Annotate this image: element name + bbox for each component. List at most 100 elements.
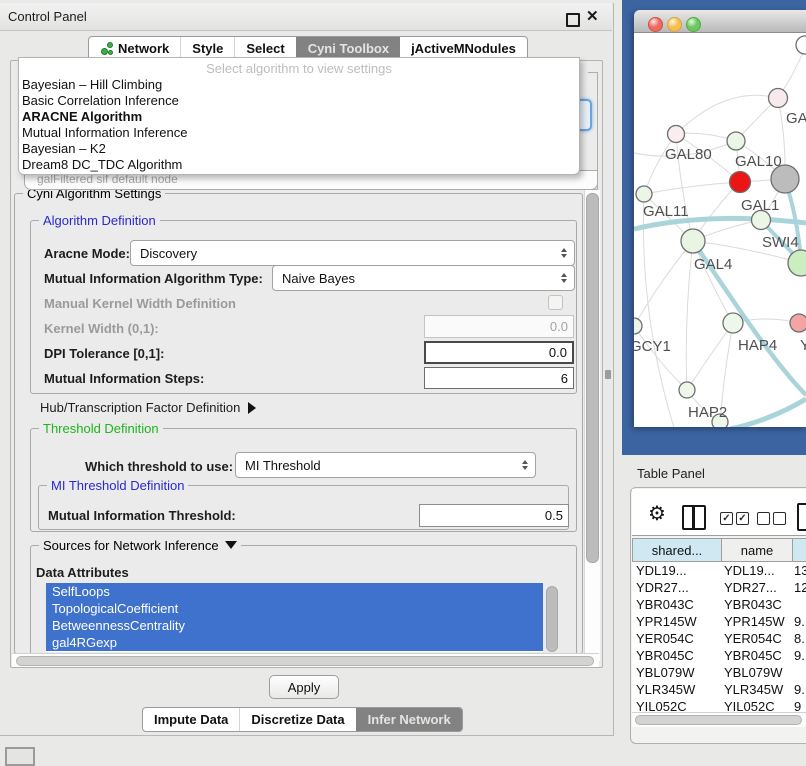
table-row[interactable]: YDR27...YDR27...12 — [632, 579, 806, 596]
table-cell — [790, 596, 806, 613]
column-header-cut[interactable] — [793, 538, 806, 562]
attributes-list-scrollbar[interactable] — [546, 586, 558, 652]
split-panel-icon[interactable] — [682, 505, 706, 530]
table-cell: YIL052C — [720, 698, 790, 712]
which-threshold-label: Which threshold to use: — [85, 459, 233, 474]
network-node[interactable] — [636, 186, 652, 202]
network-edge — [634, 326, 687, 390]
settings-scrollbar-thumb[interactable] — [586, 193, 599, 563]
dropdown-item[interactable]: ARACNE Algorithm — [19, 109, 579, 125]
network-node[interactable] — [634, 318, 642, 334]
table-cell: 9. — [790, 681, 806, 698]
dropdown-item[interactable]: Bayesian – K2 — [19, 141, 579, 157]
data-attributes-label: Data Attributes — [36, 565, 129, 580]
data-attribute-item[interactable]: BetweennessCentrality — [46, 617, 543, 634]
table-cell: YDR27... — [632, 579, 720, 596]
dropdown-item[interactable]: Dream8 DC_TDC Algorithm — [19, 157, 579, 173]
column-header-label: name — [741, 543, 774, 558]
node-label: GAL80 — [665, 146, 712, 163]
table-cell: YBR045C — [632, 647, 720, 664]
table-row[interactable]: YIL052CYIL052C9 — [632, 698, 806, 712]
control-panel-header[interactable] — [0, 3, 612, 31]
table-row[interactable]: YBR045CYBR045C9. — [632, 647, 806, 664]
tab-impute-data[interactable]: Impute Data — [143, 708, 239, 731]
expanded-arrow-icon — [225, 541, 237, 549]
network-edge — [687, 323, 733, 390]
table-row[interactable]: YLR345WYLR345W9. — [632, 681, 806, 698]
tab-label: jActiveMNodules — [411, 41, 516, 56]
gear-icon[interactable]: ⚙ — [648, 501, 666, 526]
split-pane-handle[interactable] — [605, 370, 611, 379]
data-attribute-item[interactable]: TopologicalCoefficient — [46, 600, 543, 617]
mi-type-combo[interactable]: Naive Bayes — [272, 265, 575, 291]
apply-button[interactable]: Apply — [269, 675, 339, 699]
close-traffic-light-icon[interactable] — [648, 17, 663, 32]
table-row[interactable]: YPR145WYPR145W9. — [632, 613, 806, 630]
table-cell: YBR043C — [632, 596, 720, 613]
data-attribute-item[interactable]: gal4RGexp — [46, 634, 543, 651]
table-row[interactable]: YER054CYER054C8. — [632, 630, 806, 647]
table-cell: YPR145W — [632, 613, 720, 630]
dropdown-item[interactable]: Bayesian – Hill Climbing — [19, 77, 579, 93]
network-node[interactable] — [730, 172, 751, 193]
screen: Control Panel ✕ NetworkStyleSelectCyni T… — [0, 0, 806, 762]
mi-type-label: Mutual Information Algorithm Type: — [44, 271, 263, 286]
data-attributes-list: SelfLoopsTopologicalCoefficientBetweenne… — [46, 583, 543, 652]
network-canvas[interactable]: GALGAL80GAL10GAL1GAL11GAL4SWI4GCY1HAP4YH… — [634, 33, 806, 427]
mi-threshold-group-title: MI Threshold Definition — [47, 478, 188, 493]
node-label: GAL10 — [735, 153, 782, 170]
node-label: GAL1 — [741, 197, 779, 214]
network-node[interactable] — [681, 229, 705, 253]
tab-discretize-data[interactable]: Discretize Data — [239, 708, 355, 731]
mi-steps-label: Mutual Information Steps: — [44, 371, 204, 386]
hub-section-toggle[interactable]: Hub/Transcription Factor Definition — [40, 400, 256, 415]
network-node[interactable] — [679, 382, 695, 398]
network-node[interactable] — [790, 314, 806, 332]
tab-label: Discretize Data — [251, 712, 344, 727]
aracne-mode-combo[interactable]: Discovery — [130, 240, 575, 266]
mi-threshold-field[interactable]: 0.5 — [419, 504, 569, 527]
table-row[interactable]: YBR043CYBR043C — [632, 596, 806, 613]
column-header-shared-[interactable]: shared... — [632, 538, 722, 562]
table-cell: YBL079W — [720, 664, 790, 681]
tab-label: Style — [192, 41, 223, 56]
settings-hscrollbar-thumb[interactable] — [16, 656, 594, 666]
minimized-panel-icon[interactable] — [5, 747, 35, 766]
kernel-width-field[interactable]: 0.0 — [424, 315, 574, 338]
network-node[interactable] — [796, 36, 806, 54]
network-edge-highlighted — [634, 218, 806, 229]
dropdown-item[interactable]: Mutual Information Inference — [19, 125, 579, 141]
dropdown-item[interactable]: Basic Correlation Inference — [19, 93, 579, 109]
network-node[interactable] — [727, 132, 745, 150]
unselect-all-columns-icon[interactable] — [757, 512, 786, 525]
minimize-traffic-light-icon[interactable] — [667, 17, 682, 32]
table-row[interactable]: YBL079WYBL079W — [632, 664, 806, 681]
table-rows: YDL19...YDL19...13YDR27...YDR27...12YBR0… — [632, 562, 806, 712]
table-cell: YBL079W — [632, 664, 720, 681]
dpi-tolerance-field[interactable]: 0.0 — [424, 341, 574, 364]
sources-group-toggle[interactable]: Sources for Network Inference — [39, 538, 241, 553]
network-node[interactable] — [723, 313, 743, 333]
table-cell: YDL19... — [632, 562, 720, 579]
network-edge — [634, 241, 693, 326]
network-window: GALGAL80GAL10GAL1GAL11GAL4SWI4GCY1HAP4YH… — [634, 10, 806, 427]
which-threshold-combo[interactable]: MI Threshold — [235, 452, 536, 478]
tab-infer-network[interactable]: Infer Network — [356, 708, 462, 731]
mi-steps-field[interactable]: 6 — [424, 367, 574, 389]
algorithm-definition-title: Algorithm Definition — [39, 213, 160, 228]
document-icon[interactable] — [797, 503, 806, 531]
manual-kernel-checkbox[interactable] — [548, 295, 563, 310]
table-hscrollbar-thumb[interactable] — [635, 715, 802, 725]
data-attribute-item[interactable]: SelfLoops — [46, 583, 543, 600]
select-all-columns-icon[interactable]: ✓✓ — [720, 512, 749, 525]
table-row[interactable]: YDL19...YDL19...13 — [632, 562, 806, 579]
table-cell: 9 — [790, 698, 806, 712]
zoom-traffic-light-icon[interactable] — [686, 17, 701, 32]
network-node[interactable] — [668, 126, 685, 143]
float-window-icon[interactable] — [566, 13, 580, 27]
column-header-label: shared... — [652, 543, 703, 558]
network-node[interactable] — [769, 89, 788, 108]
close-icon[interactable]: ✕ — [586, 7, 599, 25]
column-header-name[interactable]: name — [722, 538, 793, 562]
combo-arrows-icon — [561, 248, 567, 258]
